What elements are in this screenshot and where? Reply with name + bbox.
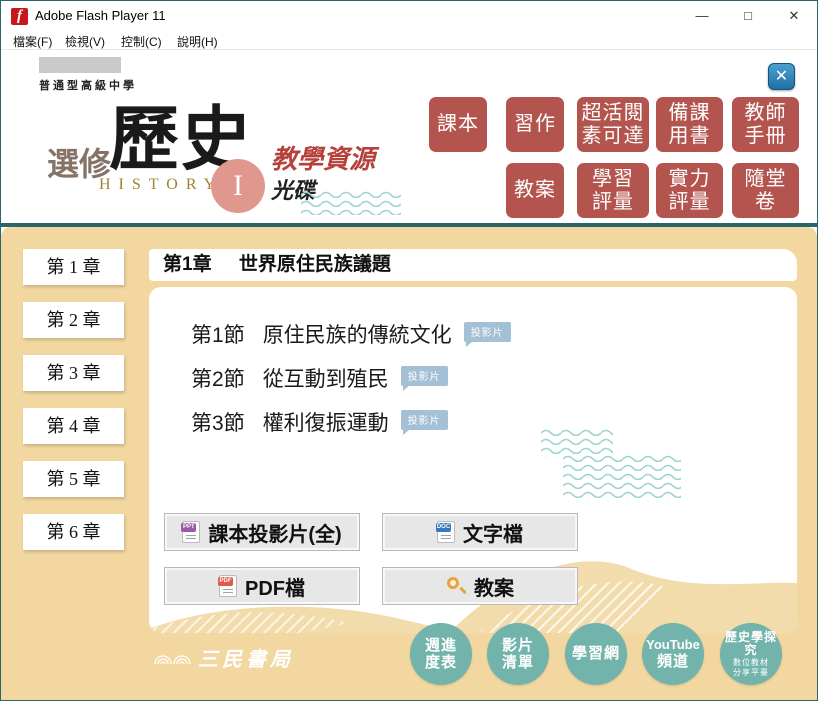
file-button-label: 教案: [474, 572, 514, 601]
magnifier-icon: [446, 576, 466, 596]
publisher-logo-placeholder: [39, 57, 121, 73]
wave-decoration: [563, 453, 681, 501]
resource-button-lesson-plan[interactable]: 教案: [506, 163, 564, 218]
menu-view[interactable]: 檢視(V): [61, 33, 109, 50]
flash-player-window: f Adobe Flash Player 11 — □ ✕ 檔案(F) 檢視(V…: [0, 0, 818, 701]
resource-button-reading[interactable]: 超活閱 素可達: [577, 97, 649, 152]
resource-button-textbook[interactable]: 課本: [429, 97, 487, 152]
publisher-logo: 三民書局: [153, 643, 294, 672]
menu-help[interactable]: 說明(H): [173, 33, 222, 50]
resource-button-learning-assessment[interactable]: 學習 評量: [577, 163, 649, 218]
slides-badge[interactable]: 投影片: [401, 366, 448, 386]
section-row-3[interactable]: 第3節權利復振運動投影片: [191, 407, 448, 433]
window-title: Adobe Flash Player 11: [35, 8, 166, 23]
flash-player-icon: f: [11, 8, 28, 25]
slides-badge[interactable]: 投影片: [464, 322, 511, 342]
section-row-1[interactable]: 第1節原住民族的傳統文化投影片: [191, 319, 511, 345]
arches-icon: [153, 650, 193, 665]
menu-file[interactable]: 檔案(F): [9, 33, 56, 50]
menu-control[interactable]: 控制(C): [117, 33, 166, 50]
header: 普通型高級中學 選修 歷史 HISTORY I 教學資源 光碟 ✕ 課本 習作 …: [1, 51, 817, 223]
history-research-platform-button[interactable]: 歷史學探究 數位教材 分享平臺: [720, 623, 782, 685]
resource-button-prep-book[interactable]: 備課 用書: [656, 97, 723, 152]
sidebar-item-chapter-1[interactable]: 第 1 章: [23, 249, 124, 285]
resource-button-ability-assessment[interactable]: 實力 評量: [656, 163, 723, 218]
video-list-button[interactable]: 影片 清單: [487, 623, 549, 685]
minimize-button[interactable]: —: [679, 1, 725, 31]
sidebar-item-chapter-6[interactable]: 第 6 章: [23, 514, 124, 550]
text-file-button[interactable]: DOC 文字檔: [382, 513, 578, 551]
chapter-content-panel: 第1節原住民族的傳統文化投影片 第2節從互動到殖民投影片 第3節權利復振運動投影…: [149, 287, 797, 633]
learning-web-button[interactable]: 學習網: [565, 623, 627, 685]
volume-badge: I: [211, 159, 265, 213]
subtitle-resources: 教學資源: [271, 139, 375, 176]
pdf-file-icon: PDF: [219, 575, 237, 597]
section-title: 原住民族的傳統文化: [263, 324, 452, 347]
sidebar-item-chapter-4[interactable]: 第 4 章: [23, 408, 124, 444]
textbook-slides-button[interactable]: PPT 課本投影片(全): [164, 513, 360, 551]
slides-badge[interactable]: 投影片: [401, 410, 448, 430]
section-number: 第2節: [191, 368, 245, 391]
resource-button-quiz[interactable]: 隨堂 卷: [732, 163, 799, 218]
file-button-label: 文字檔: [463, 518, 523, 547]
file-button-label: 課本投影片(全): [208, 518, 341, 547]
section-title: 從互動到殖民: [263, 368, 389, 391]
header-close-button[interactable]: ✕: [768, 63, 795, 90]
wave-decoration: [301, 189, 401, 215]
ppt-file-icon: PPT: [182, 521, 200, 543]
resource-button-workbook[interactable]: 習作: [506, 97, 564, 152]
maximize-button[interactable]: □: [725, 1, 771, 31]
sidebar-item-chapter-5[interactable]: 第 5 章: [23, 461, 124, 497]
sidebar-item-chapter-2[interactable]: 第 2 章: [23, 302, 124, 338]
section-number: 第3節: [191, 412, 245, 435]
title-bar: f Adobe Flash Player 11 — □ ✕: [1, 1, 817, 31]
pdf-file-button[interactable]: PDF PDF檔: [164, 567, 360, 605]
chapter-title-bar: 第1章 世界原住民族議題: [149, 249, 797, 281]
file-button-label: PDF檔: [245, 572, 305, 601]
section-row-2[interactable]: 第2節從互動到殖民投影片: [191, 363, 448, 389]
content-area: 第 1 章 第 2 章 第 3 章 第 4 章 第 5 章 第 6 章 第1章 …: [1, 227, 817, 701]
section-number: 第1節: [191, 324, 245, 347]
lesson-plan-search-button[interactable]: 教案: [382, 567, 578, 605]
sidebar-item-chapter-3[interactable]: 第 3 章: [23, 355, 124, 391]
weekly-progress-button[interactable]: 週進 度表: [410, 623, 472, 685]
chapter-name: 世界原住民族議題: [239, 254, 391, 275]
youtube-channel-button[interactable]: YouTube 頻道: [642, 623, 704, 685]
section-title: 權利復振運動: [263, 412, 389, 435]
menu-bar: 檔案(F) 檢視(V) 控制(C) 說明(H): [1, 31, 817, 50]
resource-button-teacher-manual[interactable]: 教師 手冊: [732, 97, 799, 152]
chapter-number: 第1章: [163, 254, 212, 275]
close-window-button[interactable]: ✕: [771, 1, 817, 31]
doc-file-icon: DOC: [437, 521, 455, 543]
publisher-name: 三民書局: [198, 643, 294, 672]
title-english: HISTORY: [99, 176, 223, 194]
